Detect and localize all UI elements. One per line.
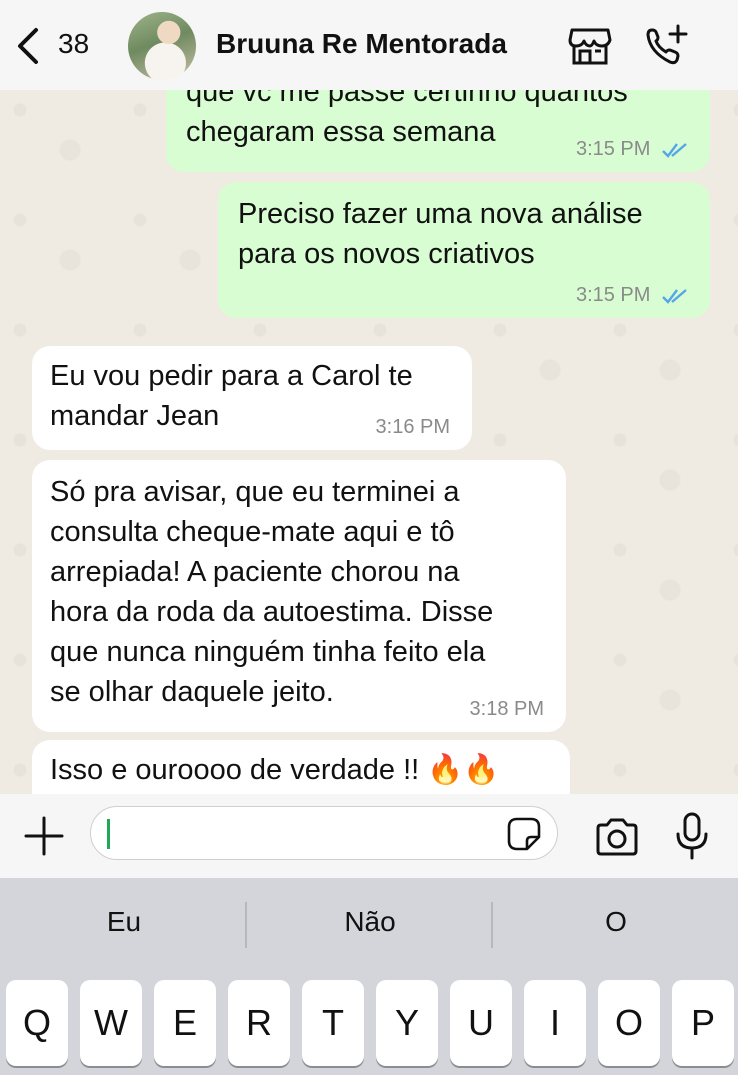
microphone-button[interactable] — [674, 812, 710, 860]
key-i[interactable]: I — [524, 980, 586, 1066]
store-icon — [568, 28, 612, 65]
message-time: 3:15 PM — [575, 138, 651, 160]
sticker-icon — [507, 817, 541, 851]
message-meta: 3:16 PM — [376, 416, 450, 438]
camera-button[interactable] — [594, 818, 640, 856]
microphone-icon — [676, 812, 708, 860]
chat-area[interactable]: que vc me passe certinho quantos chegara… — [0, 90, 738, 794]
keyboard: Eu Não O Q W E R T Y U I O P — [0, 878, 738, 1075]
message-bubble[interactable]: Isso e ouroooo de verdade !! 🔥🔥 — [32, 740, 570, 794]
key-p[interactable]: P — [672, 980, 734, 1066]
message-text: Preciso fazer uma nova análise para os n… — [238, 198, 643, 270]
message-time: 3:16 PM — [375, 416, 450, 438]
message-time: 3:15 PM — [575, 284, 651, 306]
compose-bar — [0, 794, 738, 878]
chevron-left-icon — [18, 28, 38, 64]
phone-add-icon — [646, 24, 688, 65]
suggestion-1[interactable]: Eu — [24, 906, 224, 938]
catalog-button[interactable] — [568, 26, 612, 66]
message-bubble[interactable]: Preciso fazer uma nova análise para os n… — [218, 182, 710, 318]
key-q[interactable]: Q — [6, 980, 68, 1066]
key-w[interactable]: W — [80, 980, 142, 1066]
key-u[interactable]: U — [450, 980, 512, 1066]
key-e[interactable]: E — [154, 980, 216, 1066]
key-t[interactable]: T — [302, 980, 364, 1066]
plus-icon — [24, 816, 64, 856]
key-y[interactable]: Y — [376, 980, 438, 1066]
double-check-icon — [662, 288, 687, 304]
message-bubble[interactable]: que vc me passe certinho quantos chegara… — [166, 90, 710, 172]
call-button[interactable] — [642, 22, 690, 68]
contact-name[interactable]: Bruuna Re Mentorada — [216, 28, 507, 60]
suggestion-2[interactable]: Não — [270, 906, 470, 938]
key-o[interactable]: O — [598, 980, 660, 1066]
message-meta: 3:18 PM — [470, 698, 544, 720]
avatar[interactable] — [128, 12, 196, 80]
message-bubble[interactable]: Só pra avisar, que eu terminei a consult… — [32, 460, 566, 732]
attach-button[interactable] — [22, 814, 66, 858]
message-input[interactable] — [90, 806, 558, 860]
camera-icon — [596, 818, 638, 856]
message-time: 3:18 PM — [469, 698, 544, 720]
suggestion-3[interactable]: O — [516, 906, 716, 938]
message-text: Só pra avisar, que eu terminei a consult… — [50, 476, 494, 708]
message-text: Isso e ouroooo de verdade !! 🔥🔥 — [50, 754, 500, 786]
key-r[interactable]: R — [228, 980, 290, 1066]
suggestion-divider — [245, 902, 247, 948]
chat-header: 38 Bruuna Re Mentorada — [0, 0, 738, 90]
text-caret — [107, 819, 110, 849]
message-meta: 3:15 PM — [576, 138, 688, 160]
message-bubble[interactable]: Eu vou pedir para a Carol te mandar Jean… — [32, 346, 472, 450]
unread-count[interactable]: 38 — [58, 28, 89, 60]
suggestion-divider — [491, 902, 493, 948]
message-meta: 3:15 PM — [576, 284, 688, 306]
back-button[interactable] — [14, 26, 44, 66]
double-check-icon — [662, 142, 687, 158]
sticker-button[interactable] — [507, 817, 541, 851]
